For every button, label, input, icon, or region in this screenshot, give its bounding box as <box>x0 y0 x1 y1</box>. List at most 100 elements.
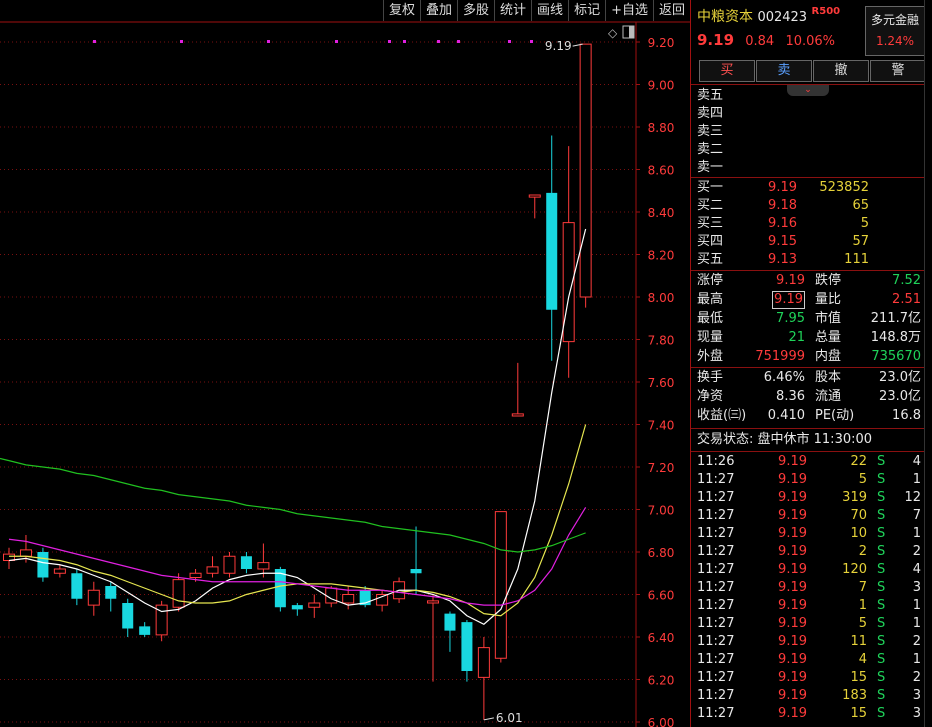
tick-count: 3 <box>912 580 921 595</box>
axis-label: 8.00 <box>648 291 675 305</box>
bid-label: 买二 <box>697 198 724 213</box>
tick-side: S <box>877 526 886 541</box>
tick-time: 11:27 <box>697 670 735 685</box>
tick-side: S <box>877 544 886 559</box>
tick-price: 9.19 <box>778 706 807 721</box>
tick-time: 11:27 <box>697 490 735 505</box>
axis-label: 8.80 <box>648 121 675 135</box>
ask-level: 卖一 <box>697 160 724 175</box>
tick-time: 11:27 <box>697 580 735 595</box>
tick-time: 11:27 <box>697 508 735 523</box>
candle-body <box>308 602 321 608</box>
tick-time: 11:27 <box>697 688 735 703</box>
candle-body <box>105 586 117 599</box>
tick-count: 2 <box>912 544 921 559</box>
tick-side: S <box>877 634 886 649</box>
axis-label: 8.20 <box>648 249 675 263</box>
cancel-button[interactable]: 撤 <box>813 60 869 82</box>
toolbar-button[interactable]: 画线 <box>531 0 569 21</box>
tick-count: 1 <box>912 472 921 487</box>
tick-price: 9.19 <box>778 598 807 613</box>
bid-level: 买四 9.15 57 <box>691 233 925 251</box>
tick-time: 11:26 <box>697 454 735 469</box>
low-annotation-arrow <box>483 717 494 721</box>
tick-price: 9.19 <box>778 652 807 667</box>
tick-volume: 319 <box>842 490 867 505</box>
tick-count: 1 <box>912 526 921 541</box>
candle-body <box>494 511 507 659</box>
tick-volume: 4 <box>858 652 867 667</box>
bid-volume: 5 <box>860 216 869 231</box>
candle-body <box>477 647 490 678</box>
diamond-icon: ◇ <box>608 26 618 40</box>
high-annotation: 9.19 <box>545 39 572 53</box>
tick-price: 9.19 <box>778 562 807 577</box>
tick-row: 11:27 9.19 5 S 1 <box>691 471 925 489</box>
candle-body <box>257 562 270 570</box>
toolbar-button[interactable]: 返回 <box>652 0 690 21</box>
bid-label: 买五 <box>697 252 724 267</box>
tick-side: S <box>877 454 886 469</box>
candle-body <box>139 626 151 635</box>
tick-volume: 15 <box>850 706 867 721</box>
toolbar-button[interactable]: 标记 <box>568 0 606 21</box>
axis-label: 7.80 <box>648 334 675 348</box>
toolbar-button[interactable]: 统计 <box>494 0 532 21</box>
tick-price: 9.19 <box>778 490 807 505</box>
sell-button[interactable]: 卖 <box>756 60 812 82</box>
tick-time: 11:27 <box>697 706 735 721</box>
high-price-box: 9.19 <box>772 291 805 309</box>
tick-volume: 22 <box>850 454 867 469</box>
tick-row: 11:26 9.19 22 S 4 <box>691 453 925 471</box>
sector-badge[interactable]: 多元金融 1.24% <box>865 6 925 56</box>
bid-level: 买五 9.13 111 <box>691 251 925 269</box>
tick-count: 2 <box>912 634 921 649</box>
tick-price: 9.19 <box>778 454 807 469</box>
ask-level: 卖四 <box>697 106 724 121</box>
alert-button[interactable]: 警 <box>870 60 926 82</box>
bid-volume: 57 <box>852 234 869 249</box>
candlestick-chart[interactable]: 9.20 9.00 8.80 8.60 8.40 8.20 8.00 7.80 7.60 7.40… <box>0 0 690 727</box>
candle-body <box>37 552 49 578</box>
candle-body <box>444 613 456 631</box>
toolbar-button[interactable]: 复权 <box>382 0 420 21</box>
tick-side: S <box>877 580 886 595</box>
signal-dot <box>93 40 96 43</box>
candle-body <box>410 569 422 574</box>
bid-price: 9.15 <box>768 234 797 249</box>
axis-label: 7.40 <box>648 419 675 433</box>
candle-body <box>240 556 252 569</box>
toolbar-button[interactable]: 多股 <box>457 0 495 21</box>
candle-body <box>71 573 83 599</box>
bid-price: 9.13 <box>768 252 797 267</box>
tick-volume: 15 <box>850 670 867 685</box>
last-price: 9.19 <box>697 31 735 49</box>
tick-volume: 2 <box>858 544 867 559</box>
low-annotation: 6.01 <box>496 711 523 725</box>
tick-row: 11:27 9.19 5 S 1 <box>691 615 925 633</box>
tick-price: 9.19 <box>778 616 807 631</box>
tick-price: 9.19 <box>778 544 807 559</box>
tick-count: 12 <box>904 490 921 505</box>
bid-label: 买三 <box>697 216 724 231</box>
tick-volume: 11 <box>850 634 867 649</box>
toolbar-button[interactable]: 叠加 <box>420 0 458 21</box>
panel-toggle-icon-fill <box>629 26 634 38</box>
stock-name: 中粮资本 <box>697 9 753 25</box>
signal-dot <box>388 40 391 43</box>
tick-row: 11:27 9.19 4 S 1 <box>691 651 925 669</box>
axis-label: 9.20 <box>648 36 675 50</box>
tick-count: 4 <box>912 562 921 577</box>
tick-time: 11:27 <box>697 634 735 649</box>
candle-body <box>511 413 524 417</box>
sector-name: 多元金融 <box>870 13 919 27</box>
buy-button[interactable]: 买 <box>699 60 755 82</box>
trade-status: 交易状态: 盘中休市 11:30:00 <box>697 432 873 447</box>
tick-row: 11:27 9.19 183 S 3 <box>691 687 925 705</box>
bid-level: 买一 9.19 523852 <box>691 179 925 197</box>
tick-price: 9.19 <box>778 472 807 487</box>
candle-body <box>528 194 541 198</box>
signal-dot <box>335 40 338 43</box>
toolbar-button[interactable]: +自选 <box>605 0 653 21</box>
signal-dot <box>457 40 460 43</box>
